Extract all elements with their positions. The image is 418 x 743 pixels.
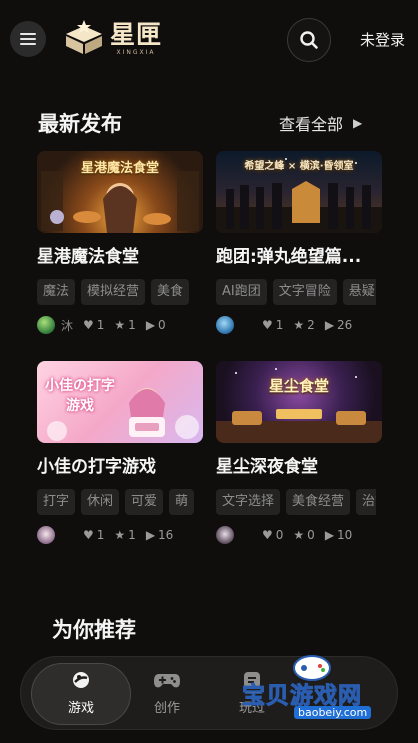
watermark-text: 宝贝游戏网	[242, 683, 362, 710]
app-logo[interactable]: 星匣 XINGXIA	[62, 20, 162, 56]
avatar[interactable]	[37, 316, 55, 334]
game-card[interactable]: 星尘食堂 星尘深夜食堂 文字选择 美食经营 治愈 ♥0 ★0 ▶10	[216, 361, 382, 545]
cover-caption: 星港魔法食堂	[80, 161, 159, 176]
cover-caption: 希望之峰 × 横滨·昏领室	[244, 161, 354, 172]
heart-icon: ♥	[83, 528, 94, 542]
tag[interactable]: 模拟经营	[81, 279, 146, 305]
tag[interactable]: 治愈	[356, 489, 376, 515]
avatar[interactable]	[216, 526, 234, 544]
play-icon: ▶	[145, 528, 156, 542]
game-cover[interactable]: 星港魔法食堂	[37, 151, 203, 233]
watermark-url: baobeiy.com	[294, 706, 372, 719]
logo-title: 星匣	[110, 19, 163, 49]
heart-icon: ♥	[262, 318, 273, 332]
tag[interactable]: 文字选择	[216, 489, 281, 515]
see-all-link[interactable]: 查看全部 ▶	[279, 111, 362, 135]
game-cover[interactable]: 星尘食堂	[216, 361, 382, 443]
game-stats: ♥ 1 ★ 2 ▶ 26	[216, 315, 382, 335]
game-planet-icon	[73, 672, 89, 688]
like-count: 1	[96, 318, 105, 332]
see-all-label: 查看全部	[279, 115, 344, 134]
tab-create[interactable]: 创作	[132, 667, 202, 716]
tag[interactable]: 悬疑	[342, 279, 376, 305]
cover-art-icon	[216, 368, 382, 443]
search-button[interactable]	[287, 18, 331, 62]
game-card[interactable]: 希望之峰 × 横滨·昏领室 跑团:弹丸绝望篇... AI跑团 文字冒险 悬疑 ♥…	[216, 151, 382, 335]
menu-button[interactable]	[10, 21, 46, 57]
tag[interactable]: 可爱	[125, 489, 164, 515]
play-count: 0	[158, 318, 166, 332]
play-icon: ▶	[324, 318, 335, 332]
tag[interactable]: 美食经营	[286, 489, 351, 515]
search-icon	[300, 31, 318, 49]
like-count: 1	[96, 528, 105, 542]
game-title: 星港魔法食堂	[37, 247, 139, 267]
avatar[interactable]	[216, 316, 234, 334]
heart-icon: ♥	[262, 528, 273, 542]
game-cover[interactable]: 小佳の打字游戏	[37, 361, 203, 443]
game-stats: 沐 ♥ 1 ★ 1 ▶ 0	[37, 315, 203, 335]
cover-caption: 小佳の打字游戏	[45, 378, 115, 414]
play-count: 10	[337, 528, 353, 542]
hamburger-icon	[20, 33, 36, 45]
tab-label: 游戏	[67, 701, 94, 716]
site-watermark: 宝贝游戏网 baobeiy.com	[242, 652, 390, 724]
star-count: 0	[307, 528, 315, 542]
game-title: 小佳の打字游戏	[37, 457, 156, 477]
tag[interactable]: 打字	[37, 489, 76, 515]
gamepad-icon	[154, 674, 180, 688]
play-count: 16	[158, 528, 174, 542]
tag-list: AI跑团 文字冒险 悬疑	[216, 279, 376, 305]
star-icon: ★	[114, 318, 126, 332]
tag[interactable]: 休闲	[81, 489, 120, 515]
star-icon: ★	[293, 528, 305, 542]
play-count: 26	[337, 318, 353, 332]
tag[interactable]: 魔法	[37, 279, 76, 305]
like-count: 0	[275, 528, 284, 542]
star-icon: ★	[114, 528, 126, 542]
star-count: 1	[128, 318, 136, 332]
top-header: 星匣 XINGXIA 未登录	[0, 0, 418, 80]
game-card[interactable]: 小佳の打字游戏 小佳の打字游戏 打字 休闲 可爱 萌 ♥ 1 ★ 1 ▶ 16	[37, 361, 203, 545]
avatar[interactable]	[37, 526, 55, 544]
game-title: 跑团:弹丸绝望篇...	[216, 247, 362, 267]
star-count: 1	[128, 528, 136, 542]
tag[interactable]: AI跑团	[216, 279, 267, 305]
heart-icon: ♥	[83, 318, 94, 332]
game-cover[interactable]: 希望之峰 × 横滨·昏领室	[216, 151, 382, 233]
tag-list: 打字 休闲 可爱 萌	[37, 489, 197, 515]
play-icon: ▶	[324, 528, 335, 542]
cover-caption: 星尘食堂	[268, 377, 329, 395]
tag-list: 文字选择 美食经营 治愈	[216, 489, 376, 515]
logo-subtitle: XINGXIA	[116, 48, 156, 56]
section-title-latest: 最新发布	[38, 112, 122, 136]
login-link[interactable]: 未登录	[360, 29, 405, 50]
star-count: 2	[307, 318, 315, 332]
author-name: 沐	[61, 318, 73, 333]
tag-list: 魔法 模拟经营 美食	[37, 279, 197, 305]
tag[interactable]: 美食	[151, 279, 190, 305]
star-icon: ★	[293, 318, 305, 332]
section-title-recommend: 为你推荐	[52, 618, 136, 642]
game-stats: ♥ 1 ★ 1 ▶ 16	[37, 525, 203, 545]
game-card[interactable]: 星港魔法食堂 星港魔法食堂 魔法 模拟经营 美食 沐 ♥ 1 ★ 1 ▶ 0	[37, 151, 203, 335]
game-stats: ♥ 0 ★ 0 ▶ 10	[216, 525, 382, 545]
like-count: 1	[275, 318, 284, 332]
box-star-logo-icon	[66, 20, 102, 54]
tag[interactable]: 萌	[169, 489, 195, 515]
play-icon: ▶	[145, 318, 156, 332]
chevron-right-icon: ▶	[353, 116, 363, 130]
game-title: 星尘深夜食堂	[216, 457, 318, 477]
tab-games[interactable]: 游戏	[46, 667, 116, 716]
tab-label: 创作	[153, 701, 180, 716]
tag[interactable]: 文字冒险	[272, 279, 337, 305]
